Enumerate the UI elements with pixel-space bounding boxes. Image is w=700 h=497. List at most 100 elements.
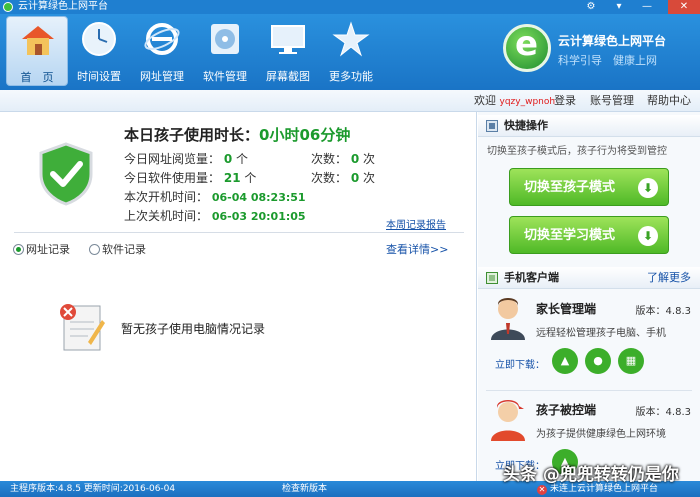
url-times-label: 次数： <box>311 152 348 166</box>
learn-more-link[interactable]: 了解更多 <box>647 267 691 289</box>
disc-icon <box>211 24 239 54</box>
side-panel: 快捷操作 切换至孩子模式后，孩子行为将受到管控 切换至孩子模式 ⬇ 切换至学习模… <box>478 112 700 481</box>
view-details-link[interactable]: 查看详情>> <box>386 241 448 257</box>
parent-download-label: 立即下载： <box>495 360 545 371</box>
tab-software-manage-label: 软件管理 <box>203 70 247 83</box>
welcome-text: 欢迎 yqzy_wpnoh <box>474 90 555 113</box>
account-strip: 欢迎 yqzy_wpnoh 登录 账号管理 帮助中心 <box>0 90 700 112</box>
radio-dot <box>89 244 100 255</box>
tab-screenshot[interactable]: 屏幕截图 <box>257 16 319 86</box>
child-client-version: 版本：4.8.3 <box>635 407 691 418</box>
url-count-row: 今日网址阅览量： 0 个 <box>124 150 248 167</box>
parent-avatar <box>491 298 525 340</box>
tab-time-settings-label: 时间设置 <box>77 70 121 83</box>
list-icon <box>486 272 498 284</box>
title-bar: 云计算绿色上网平台 ⚙ ▾ — ✕ <box>0 0 700 14</box>
boot-time-label: 本次开机时间： <box>124 190 209 204</box>
radio-url-label: 网址记录 <box>26 243 70 256</box>
watermark: 头条 @兜兜转转仍是你 <box>503 465 679 485</box>
switch-study-mode-label: 切换至学习模式 <box>524 228 616 243</box>
gear-icon[interactable]: ⚙ <box>578 0 604 14</box>
ie-icon <box>144 23 180 55</box>
windows-icon[interactable]: ▦ <box>618 348 644 374</box>
tab-home-label: 首 页 <box>20 71 54 84</box>
divider <box>486 390 692 391</box>
quick-actions-title: 快捷操作 <box>504 119 548 132</box>
clock-icon <box>82 22 116 56</box>
check-update-link[interactable]: 检查新版本 <box>282 481 327 497</box>
software-count-label: 今日软件使用量： <box>124 171 221 185</box>
url-count-label: 今日网址阅览量： <box>124 152 221 166</box>
software-count-row: 今日软件使用量： 21 个 <box>124 169 256 186</box>
arrow-down-icon: ⬇ <box>638 178 658 198</box>
account-manage-link[interactable]: 账号管理 <box>590 90 634 112</box>
app-logo-icon <box>3 2 13 12</box>
radio-dot-selected <box>13 244 24 255</box>
shutdown-time-row: 上次关机时间： 06-03 20:01:05 <box>124 207 306 224</box>
usage-panel: 本日孩子使用时长：0小时06分钟 今日网址阅览量： 0 个 次数： 0 次 今日… <box>0 112 477 481</box>
url-times-unit: 次 <box>363 152 376 166</box>
brand-name: 云计算绿色上网平台 <box>558 34 667 48</box>
brand-slogan: 科学引导 健康上网 <box>558 54 657 67</box>
version-info: 主程序版本:4.8.5 更新时间:2016-06-04 <box>10 484 176 494</box>
empty-records-message: 暂无孩子使用电脑情况记录 <box>121 322 266 336</box>
parent-client-card: 家长管理端 版本：4.8.3 远程轻松管理孩子电脑、手机 立即下载： ▲ ● ▦ <box>478 296 700 396</box>
shutdown-time-value: 06-03 20:01:05 <box>211 210 306 223</box>
home-icon <box>22 26 54 55</box>
quick-actions-icon <box>486 120 498 132</box>
software-count-unit: 个 <box>244 171 257 185</box>
divider <box>14 232 464 233</box>
username: yqzy_wpnoh <box>499 97 556 107</box>
child-client-name: 孩子被控端 <box>536 403 597 417</box>
usage-duration: 0小时06分钟 <box>259 126 351 144</box>
child-avatar <box>491 400 525 441</box>
tab-url-manage[interactable]: 网址管理 <box>131 16 193 86</box>
software-times-row: 次数： 0 次 <box>311 169 375 186</box>
tab-software-manage[interactable]: 软件管理 <box>194 16 256 86</box>
login-link[interactable]: 登录 <box>554 90 576 112</box>
star-icon <box>332 21 370 57</box>
parent-client-desc: 远程轻松管理孩子电脑、手机 <box>536 328 666 339</box>
mobile-client-title: 手机客户端 <box>504 271 559 284</box>
usage-title: 本日孩子使用时长：0小时06分钟 <box>124 124 350 145</box>
software-count-value: 21 <box>223 171 241 185</box>
quick-actions-header: 快捷操作 <box>478 115 700 137</box>
tab-more-functions-label: 更多功能 <box>329 70 373 83</box>
window-title: 云计算绿色上网平台 <box>18 1 108 12</box>
mobile-client-header: 手机客户端 了解更多 <box>478 267 700 289</box>
url-times-row: 次数： 0 次 <box>311 150 375 167</box>
dropdown-icon[interactable]: ▾ <box>606 0 632 14</box>
parent-client-name: 家长管理端 <box>536 302 597 316</box>
tab-time-settings[interactable]: 时间设置 <box>68 16 130 86</box>
parent-client-version: 版本：4.8.3 <box>635 306 691 317</box>
software-times-value: 0 <box>350 171 360 185</box>
connection-status-text: 未连上云计算绿色上网平台 <box>550 484 659 494</box>
main-toolbar: 首 页 时间设置 网址管理 软件管理 屏幕截图 更多功能 e 云计算绿色上网平台… <box>0 14 700 90</box>
minimize-button[interactable]: — <box>634 0 660 14</box>
close-button[interactable]: ✕ <box>668 0 700 14</box>
tab-url-manage-label: 网址管理 <box>140 70 184 83</box>
apple-icon[interactable]: ● <box>585 348 611 374</box>
child-client-desc: 为孩子提供健康绿色上网环境 <box>536 429 666 440</box>
url-count-value: 0 <box>223 152 233 166</box>
shutdown-time-label: 上次关机时间： <box>124 209 209 223</box>
brand-block: 云计算绿色上网平台 科学引导 健康上网 <box>503 20 693 78</box>
quick-actions-desc: 切换至孩子模式后，孩子行为将受到管控 <box>487 146 667 157</box>
switch-child-mode-label: 切换至孩子模式 <box>524 180 616 195</box>
radio-software-label: 软件记录 <box>102 243 146 256</box>
brand-logo <box>503 24 551 72</box>
radio-url-records[interactable]: 网址记录 <box>13 241 70 257</box>
shield-check-icon <box>39 142 93 206</box>
weekly-report-link[interactable]: 本周记录报告 <box>386 216 446 231</box>
switch-study-mode-button[interactable]: 切换至学习模式 ⬇ <box>509 216 669 254</box>
switch-child-mode-button[interactable]: 切换至孩子模式 ⬇ <box>509 168 669 206</box>
software-times-unit: 次 <box>363 171 376 185</box>
help-center-link[interactable]: 帮助中心 <box>647 90 691 112</box>
tab-home[interactable]: 首 页 <box>6 16 68 86</box>
tab-more-functions[interactable]: 更多功能 <box>320 16 382 86</box>
radio-software-records[interactable]: 软件记录 <box>89 241 146 257</box>
monitor-icon <box>271 25 305 54</box>
android-icon[interactable]: ▲ <box>552 348 578 374</box>
software-times-label: 次数： <box>311 171 348 185</box>
boot-time-value: 06-04 08:23:51 <box>211 191 306 204</box>
